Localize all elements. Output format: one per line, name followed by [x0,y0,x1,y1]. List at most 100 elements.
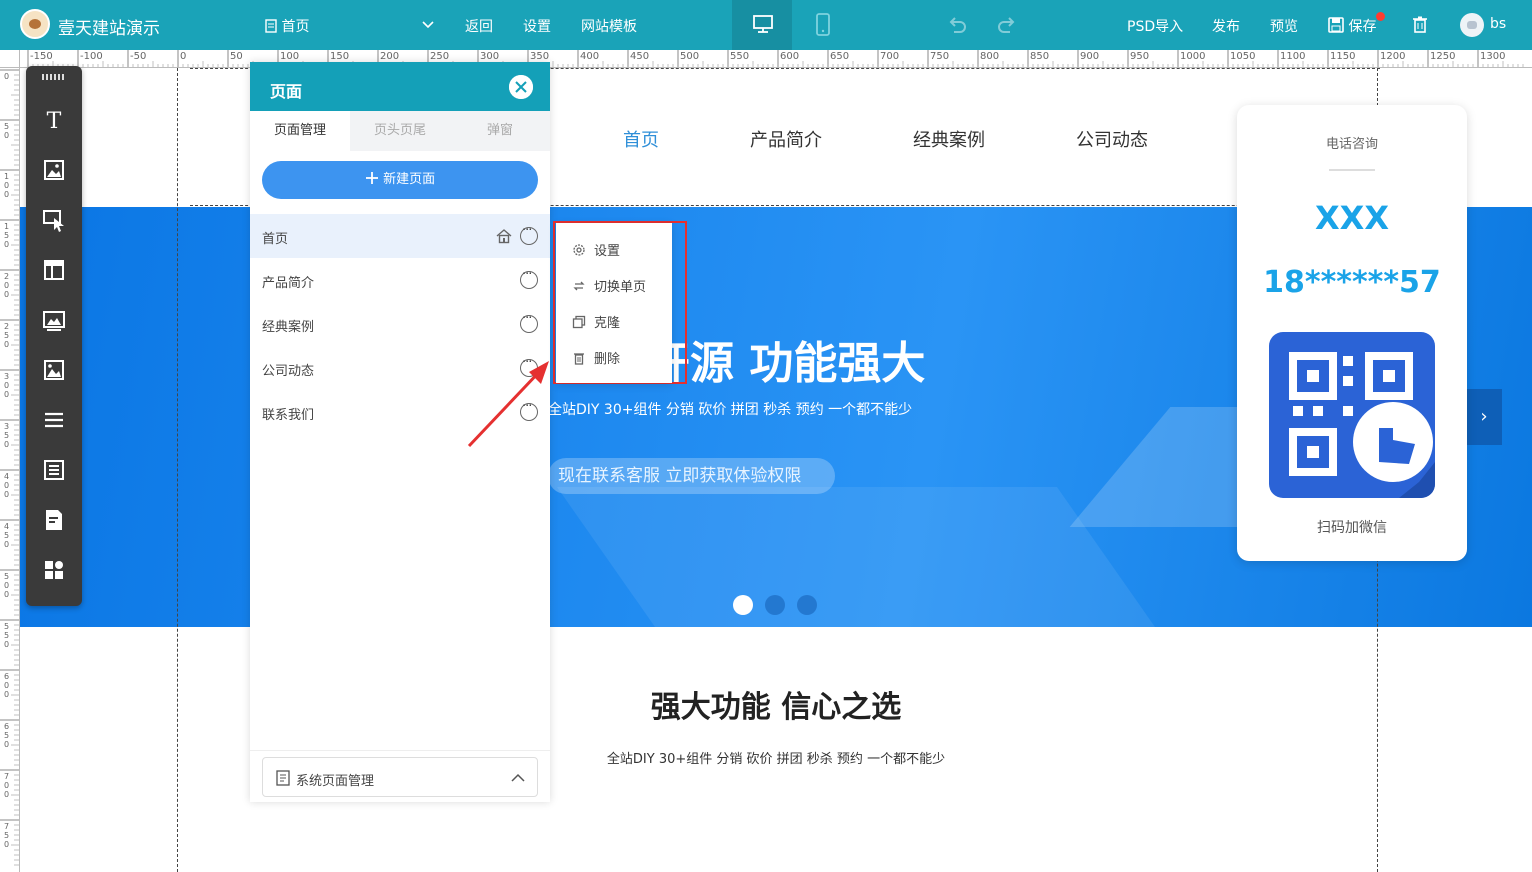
save-icon [1328,17,1344,33]
psd-import-button[interactable]: PSD导入 [1127,16,1183,36]
tab-popup[interactable]: 弹窗 [450,111,550,151]
save-button[interactable]: 保存 [1328,16,1376,36]
page-list-item[interactable]: 首页 [250,214,550,258]
page-selector-dropdown[interactable] [421,16,435,32]
ruler-label: 6 [4,672,9,681]
ruler-label: 600 [780,51,799,62]
ruler-label: 250 [430,51,449,62]
ruler-label: 0 [4,440,9,449]
ruler-label: 4 [4,522,9,531]
trash-icon [1413,16,1427,33]
ruler-label: 0 [4,131,9,140]
ruler-label: 0 [4,790,9,799]
image-tool-icon[interactable] [40,156,68,184]
copy-icon [572,315,586,329]
ruler-label: 0 [4,840,9,849]
ruler-label: 3 [4,372,9,381]
button-tool-icon[interactable] [40,206,68,234]
ruler-label: 0 [4,640,9,649]
system-pages-button[interactable]: 系统页面管理 [262,757,538,797]
contact-widget[interactable]: 电话咨询 XXX 18******57 扫码加微信 [1237,105,1467,561]
tab-header-footer[interactable]: 页头页尾 [350,111,450,151]
ruler-label: -150 [30,51,53,62]
site-nav-item[interactable]: 产品简介 [750,126,822,152]
carousel-dot[interactable] [765,595,785,615]
form-tool-icon[interactable] [40,506,68,534]
new-page-button[interactable]: 新建页面 [262,161,538,199]
back-button[interactable]: 返回 [465,16,493,36]
ruler-label: 1 [4,172,9,181]
ruler-label: 5 [4,531,9,540]
ruler-label: 1150 [1330,51,1355,62]
ruler-label: 700 [880,51,899,62]
list-tool-icon[interactable] [40,456,68,484]
close-button[interactable] [509,75,533,99]
more-options-icon[interactable] [520,311,538,333]
settings-button[interactable]: 设置 [523,16,551,36]
section-title: 强大功能 信心之选 [650,690,902,725]
document-icon [276,770,290,786]
text-tool-icon[interactable]: T [40,106,68,134]
ruler-label: 5 [4,331,9,340]
more-options-icon[interactable] [520,267,538,289]
site-nav-item[interactable]: 公司动态 [1076,126,1148,152]
section-subtitle: 全站DIY 30+组件 分销 砍价 拼团 秒杀 预约 一个都不能少 [606,752,946,767]
user-name[interactable]: bs [1490,16,1506,32]
site-nav-item[interactable]: 经典案例 [913,126,985,152]
publish-button[interactable]: 发布 [1212,16,1240,36]
page-selector[interactable]: 首页 [265,16,309,36]
menu-item-settings[interactable]: 设置 [572,240,620,259]
ruler-label: 0 [4,72,9,81]
apps-tool-icon[interactable] [40,556,68,584]
menu-item-clone[interactable]: 克隆 [572,312,620,331]
drag-handle[interactable] [42,74,66,80]
page-list-item[interactable]: 产品简介 [250,258,550,302]
delete-button[interactable] [1412,16,1428,36]
ruler-label: 0 [4,181,9,190]
ruler-label: 1300 [1480,51,1505,62]
ruler-label: 650 [830,51,849,62]
menu-item-label: 设置 [594,244,621,259]
ruler-label: 7 [4,822,9,831]
ruler-label: 5 [4,622,9,631]
ruler-top[interactable]: -150 -100 -50 0 50 100 150 200 250 300 350 400 450 50… [20,50,1532,68]
menu-item-label: 删除 [594,352,621,367]
avatar[interactable] [1460,13,1484,37]
banner-cta-button[interactable]: 现在联系客服 立即获取体验权限 [548,458,835,494]
more-options-icon[interactable] [520,223,538,245]
gallery-tool-icon[interactable] [40,306,68,334]
ruler-label: 300 [480,51,499,62]
ruler-label: 0 [4,540,9,549]
ruler-label: -100 [80,51,103,62]
page-name: 公司动态 [262,364,315,379]
carousel-next-button[interactable]: › [1466,389,1502,445]
tab-page-management[interactable]: 页面管理 [250,111,350,151]
page-name: 联系我们 [262,408,315,423]
undo-icon[interactable] [946,14,968,36]
menu-item-switch-single[interactable]: 切换单页 [572,276,646,295]
ruler-label: 5 [4,231,9,240]
menu-tool-icon[interactable] [40,406,68,434]
plus-icon [365,172,378,184]
preview-button[interactable]: 预览 [1270,16,1298,36]
ruler-label: 0 [4,390,9,399]
ruler-label: 0 [4,340,9,349]
ruler-label: 350 [530,51,549,62]
slider-tool-icon[interactable] [40,356,68,384]
svg-text:T: T [47,109,62,134]
templates-button[interactable]: 网站模板 [581,16,637,36]
ruler-label: -50 [130,51,146,62]
page-list-item[interactable]: 经典案例 [250,302,550,346]
carousel-dot[interactable] [733,595,753,615]
menu-item-delete[interactable]: 删除 [572,348,620,367]
layout-tool-icon[interactable] [40,256,68,284]
mobile-view-button[interactable] [792,0,852,50]
ruler-label: 3 [4,422,9,431]
desktop-view-button[interactable] [732,0,792,50]
redo-icon[interactable] [996,14,1018,36]
divider [1329,169,1375,171]
ruler-left[interactable]: 0501001502002503003504004505005506006507… [0,68,20,872]
carousel-dot[interactable] [797,595,817,615]
ruler-label: 850 [1030,51,1049,62]
site-nav-item[interactable]: 首页 [623,126,659,152]
